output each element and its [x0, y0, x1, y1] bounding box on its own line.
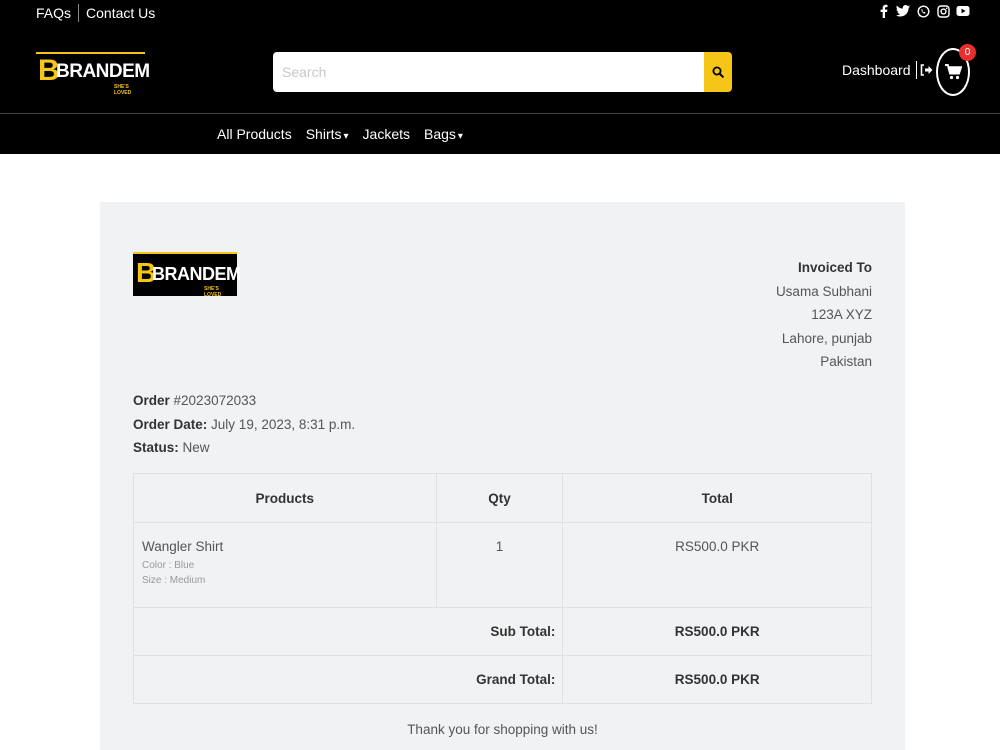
dashboard-label: Dashboard	[842, 62, 911, 78]
order-items-table: Products Qty Total Wangler Shirt Color :…	[132, 473, 872, 704]
thank-you-message: Thank you for shopping with us!	[407, 722, 598, 737]
status-value: New	[182, 440, 210, 455]
search-input[interactable]	[273, 52, 704, 92]
order-number: #2023072033	[173, 393, 257, 408]
product-total: RS500.0 PKR	[562, 522, 872, 608]
search-bar	[273, 52, 732, 92]
youtube-icon[interactable]	[956, 4, 970, 18]
top-links: FAQs Contact Us	[36, 4, 155, 22]
customer-name: Usama Subhani	[775, 283, 872, 299]
contact-us-link[interactable]: Contact Us	[86, 5, 155, 21]
product-name: Wangler Shirt	[142, 539, 224, 554]
social-links	[876, 4, 970, 18]
address-country: Pakistan	[820, 354, 872, 369]
nav-item-bags[interactable]: Bags	[424, 126, 463, 142]
shopping-cart-icon	[944, 64, 962, 80]
facebook-icon[interactable]	[876, 4, 890, 18]
main-nav: All Products Shirts Jackets Bags	[0, 113, 1000, 154]
grand-total-value: RS500.0 PKR	[562, 655, 872, 704]
order-meta: Order #2023072033 Order Date: July 19, 2…	[133, 389, 355, 460]
invoiced-to-title: Invoiced To	[797, 260, 872, 275]
grand-total-label: Grand Total:	[132, 655, 564, 704]
nav-item-jackets[interactable]: Jackets	[363, 126, 410, 142]
brand-logo[interactable]: B BRANDEM SHE'S LOVED	[36, 52, 150, 96]
grand-total-row: Grand Total: RS500.0 PKR	[132, 655, 872, 704]
table-header-row: Products Qty Total	[133, 473, 872, 523]
search-button[interactable]	[704, 52, 732, 92]
sub-total-value: RS500.0 PKR	[562, 607, 872, 656]
nav-item-label: Bags	[424, 126, 456, 142]
address-city: Lahore, punjab	[781, 330, 872, 346]
nav-item-label: Shirts	[305, 126, 342, 142]
logo-tagline: SHE'S LOVED	[204, 286, 222, 298]
whatsapp-icon[interactable]	[916, 4, 930, 18]
order-status-row: Status: New	[133, 436, 355, 460]
instagram-icon[interactable]	[936, 4, 950, 18]
cart-count-badge: 0	[959, 44, 976, 61]
sub-total-row: Sub Total: RS500.0 PKR	[132, 607, 872, 656]
nav-item-all-products[interactable]: All Products	[217, 126, 292, 142]
top-header: FAQs Contact Us B BRANDEM SHE'S LOVED Se…	[0, 0, 1000, 113]
address-line: 123A XYZ	[811, 307, 872, 322]
status-label: Status:	[133, 440, 179, 455]
logo-tagline: SHE'S LOVED	[114, 84, 132, 96]
logo-wordmark: BRANDEM	[56, 61, 150, 82]
twitter-icon[interactable]	[896, 4, 910, 18]
logo-accent-line	[133, 252, 237, 254]
product-qty: 1	[435, 522, 564, 608]
product-size: Size : Medium	[142, 575, 206, 586]
sign-out-icon	[920, 64, 932, 76]
order-date: July 19, 2023, 8:31 p.m.	[211, 416, 356, 432]
product-color: Color : Blue	[142, 560, 195, 571]
search-icon	[712, 66, 724, 78]
order-date-label: Order Date:	[133, 416, 208, 432]
column-header-qty: Qty	[435, 473, 564, 523]
dashboard-link[interactable]: Dashboard	[842, 61, 933, 79]
invoice-card: B BRANDEM SHE'S LOVED Invoiced To Usama …	[100, 202, 905, 750]
order-date-row: Order Date: July 19, 2023, 8:31 p.m.	[133, 413, 355, 437]
invoiced-to-block: Invoiced To Usama Subhani 123A XYZ Lahor…	[776, 256, 872, 374]
divider	[915, 61, 917, 79]
sub-total-label: Sub Total:	[132, 607, 564, 656]
product-cell: Wangler Shirt Color : Blue Size : Medium	[133, 522, 437, 608]
column-header-products: Products	[133, 473, 437, 523]
order-label: Order	[133, 393, 170, 408]
nav-item-shirts[interactable]: Shirts	[306, 126, 349, 142]
invoice-brand-logo: B BRANDEM SHE'S LOVED	[133, 252, 241, 298]
faqs-link[interactable]: FAQs	[36, 5, 71, 21]
order-number-row: Order #2023072033	[133, 389, 355, 413]
logo-wordmark: BRANDEM	[152, 264, 241, 284]
table-row: Wangler Shirt Color : Blue Size : Medium…	[133, 522, 872, 608]
column-header-total: Total	[562, 473, 872, 523]
divider	[78, 4, 80, 22]
